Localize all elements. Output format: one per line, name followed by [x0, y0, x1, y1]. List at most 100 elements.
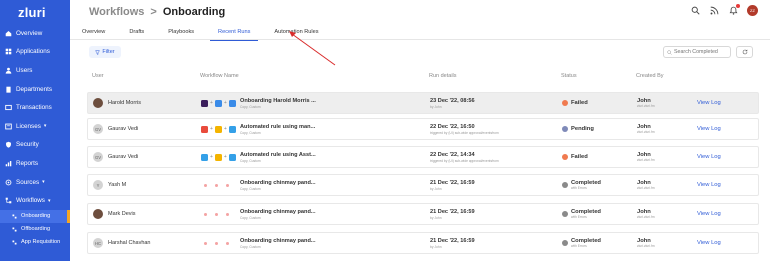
column-header-status[interactable]: Status: [561, 73, 577, 79]
sidebar-item-label: Overview: [16, 29, 43, 37]
sidebar-item-departments[interactable]: Departments: [0, 80, 70, 99]
workflow-name[interactable]: Automated rule using Asst...: [240, 152, 316, 158]
sidebar-item-applications[interactable]: Applications: [0, 43, 70, 62]
search-icon: [667, 49, 672, 55]
sidebar-subitem-app-requisition[interactable]: App Requisition: [0, 236, 70, 249]
sidebar-subitem-onboarding[interactable]: Onboarding: [0, 209, 70, 223]
table-row[interactable]: GV Gaurav Vedi + + Automated rule using Asst…: [87, 146, 759, 168]
sidebar-item-users[interactable]: Users: [0, 61, 70, 80]
workflow-tags: Copy, Custom: [240, 215, 261, 220]
table-row[interactable]: HC Harshal Chavhan Onboarding chinmay pand…: [87, 232, 759, 254]
chevron-down-icon: ▾: [42, 179, 45, 186]
sidebar-item-label: Departments: [16, 85, 53, 93]
annotation-arrow: [289, 31, 336, 66]
tab-recent-runs[interactable]: Recent Runs: [206, 24, 262, 41]
user-name: Gaurav Vedi: [108, 126, 139, 132]
avatar: [93, 209, 103, 219]
view-log-link[interactable]: View Log: [697, 240, 721, 246]
view-log-link[interactable]: View Log: [697, 154, 721, 160]
sidebar-subitem-offboarding[interactable]: Offboarding: [0, 223, 70, 236]
column-header-created-by[interactable]: Created By: [636, 73, 664, 79]
workflow-name[interactable]: Onboarding chinmay pand...: [240, 180, 316, 186]
creator-email: zluri.zluri.fm: [637, 186, 655, 190]
column-header-workflow-name[interactable]: Workflow Name: [200, 73, 239, 79]
sidebar-subitem-label: Offboarding: [21, 226, 51, 233]
sidebar-item-label: Reports: [16, 159, 39, 167]
grid-icon: [5, 48, 12, 55]
table-row[interactable]: Mark Devis Onboarding chinmay pand... Copy…: [87, 203, 759, 225]
avatar: [93, 98, 103, 108]
tab-playbooks[interactable]: Playbooks: [156, 24, 206, 40]
search-input[interactable]: [674, 49, 728, 55]
app-logo-icon: [214, 125, 222, 133]
app-placeholder-icon: [226, 183, 229, 187]
workflow-icon: [12, 240, 17, 245]
avatar: GV: [93, 152, 103, 162]
tab-drafts[interactable]: Drafts: [117, 24, 156, 40]
app-placeholder-icon: [204, 183, 207, 187]
app-logo-icon: [228, 153, 236, 161]
run-trigger: triggered by (UI) sub-wide approval/even…: [430, 130, 499, 135]
refresh-button[interactable]: [736, 46, 753, 58]
user-avatar[interactable]: ZZ: [747, 5, 758, 16]
app-logo-icon: [201, 153, 208, 161]
sidebar-item-overview[interactable]: Overview: [0, 24, 70, 43]
column-header-user[interactable]: User: [92, 73, 104, 79]
workflow-name[interactable]: Onboarding chinmay pand...: [240, 209, 316, 215]
view-log-link[interactable]: View Log: [697, 100, 721, 106]
tab-overview[interactable]: Overview: [70, 24, 117, 40]
sidebar-item-security[interactable]: Security: [0, 136, 70, 155]
search-icon[interactable]: [690, 5, 701, 16]
chevron-down-icon: ▾: [47, 197, 51, 204]
breadcrumb-workflows[interactable]: Workflows: [89, 6, 144, 18]
table-header: User Workflow Name Run details Status Create…: [87, 71, 759, 83]
page-title: Onboarding: [162, 6, 226, 18]
plus-icon: +: [223, 126, 227, 132]
table-row[interactable]: Y Yash M Onboarding chinmay pand... Copy, C…: [87, 174, 759, 196]
status-detail: with Errors: [571, 186, 587, 190]
view-log-link[interactable]: View Log: [697, 126, 721, 132]
sidebar-item-label: Workflows: [16, 197, 45, 205]
view-log-link[interactable]: View Log: [697, 211, 721, 217]
status-failed-icon: [562, 100, 568, 106]
app-placeholder-icon: [204, 241, 207, 245]
workflow-name[interactable]: Automated rule using man...: [240, 124, 315, 130]
column-header-run-details[interactable]: Run details: [429, 73, 457, 79]
workflow-name[interactable]: Onboarding Harold Morris ...: [240, 98, 316, 104]
zluri-logo[interactable]: zluri: [0, 0, 70, 24]
status-detail: with Errors: [571, 215, 587, 219]
sidebar-item-reports[interactable]: Reports: [0, 154, 70, 173]
sidebar-item-label: Transactions: [16, 104, 52, 112]
status-failed-icon: [562, 154, 568, 160]
shield-icon: [5, 141, 12, 149]
table-row[interactable]: Harold Morris + + Onboarding Harold Morris …: [87, 92, 759, 114]
app-icons: [201, 241, 240, 245]
search-box[interactable]: [663, 46, 731, 58]
avatar: GV: [93, 124, 103, 134]
status-completed-icon: [562, 182, 568, 188]
app-placeholder-icon: [204, 212, 207, 216]
filter-button[interactable]: Filter: [89, 46, 121, 58]
sidebar-item-label: Security: [16, 141, 39, 149]
sidebar-item-transactions[interactable]: Transactions: [0, 98, 70, 117]
run-date: 22 Dec '22, 14:34: [430, 151, 475, 158]
avatar: HC: [93, 238, 103, 248]
sidebar-item-workflows[interactable]: Workflows ▾: [0, 191, 70, 210]
table-row[interactable]: GV Gaurav Vedi + + Automated rule using man.…: [87, 118, 759, 140]
bell-icon[interactable]: [728, 4, 740, 16]
sidebar: zluri Overview Applications Users Departmen…: [0, 0, 70, 261]
workflow-tags: Copy, Custom: [240, 186, 261, 191]
creator-email: zluri.zluri.fm: [637, 104, 655, 108]
home-icon: [5, 30, 12, 37]
plus-icon: +: [210, 100, 213, 106]
view-log-link[interactable]: View Log: [697, 182, 721, 188]
feed-icon[interactable]: [709, 5, 720, 16]
sidebar-item-sources[interactable]: Sources ▾: [0, 173, 70, 192]
app-logo-icon: [201, 125, 208, 133]
workflow-name[interactable]: Onboarding chinmay pand...: [240, 238, 316, 244]
user-name: Mark Devis: [108, 211, 136, 217]
sidebar-item-licenses[interactable]: Licenses ▾: [0, 117, 70, 136]
app-placeholder-icon: [215, 212, 218, 216]
sidebar-item-label: Sources: [16, 178, 40, 186]
status-pending-icon: [562, 126, 568, 132]
